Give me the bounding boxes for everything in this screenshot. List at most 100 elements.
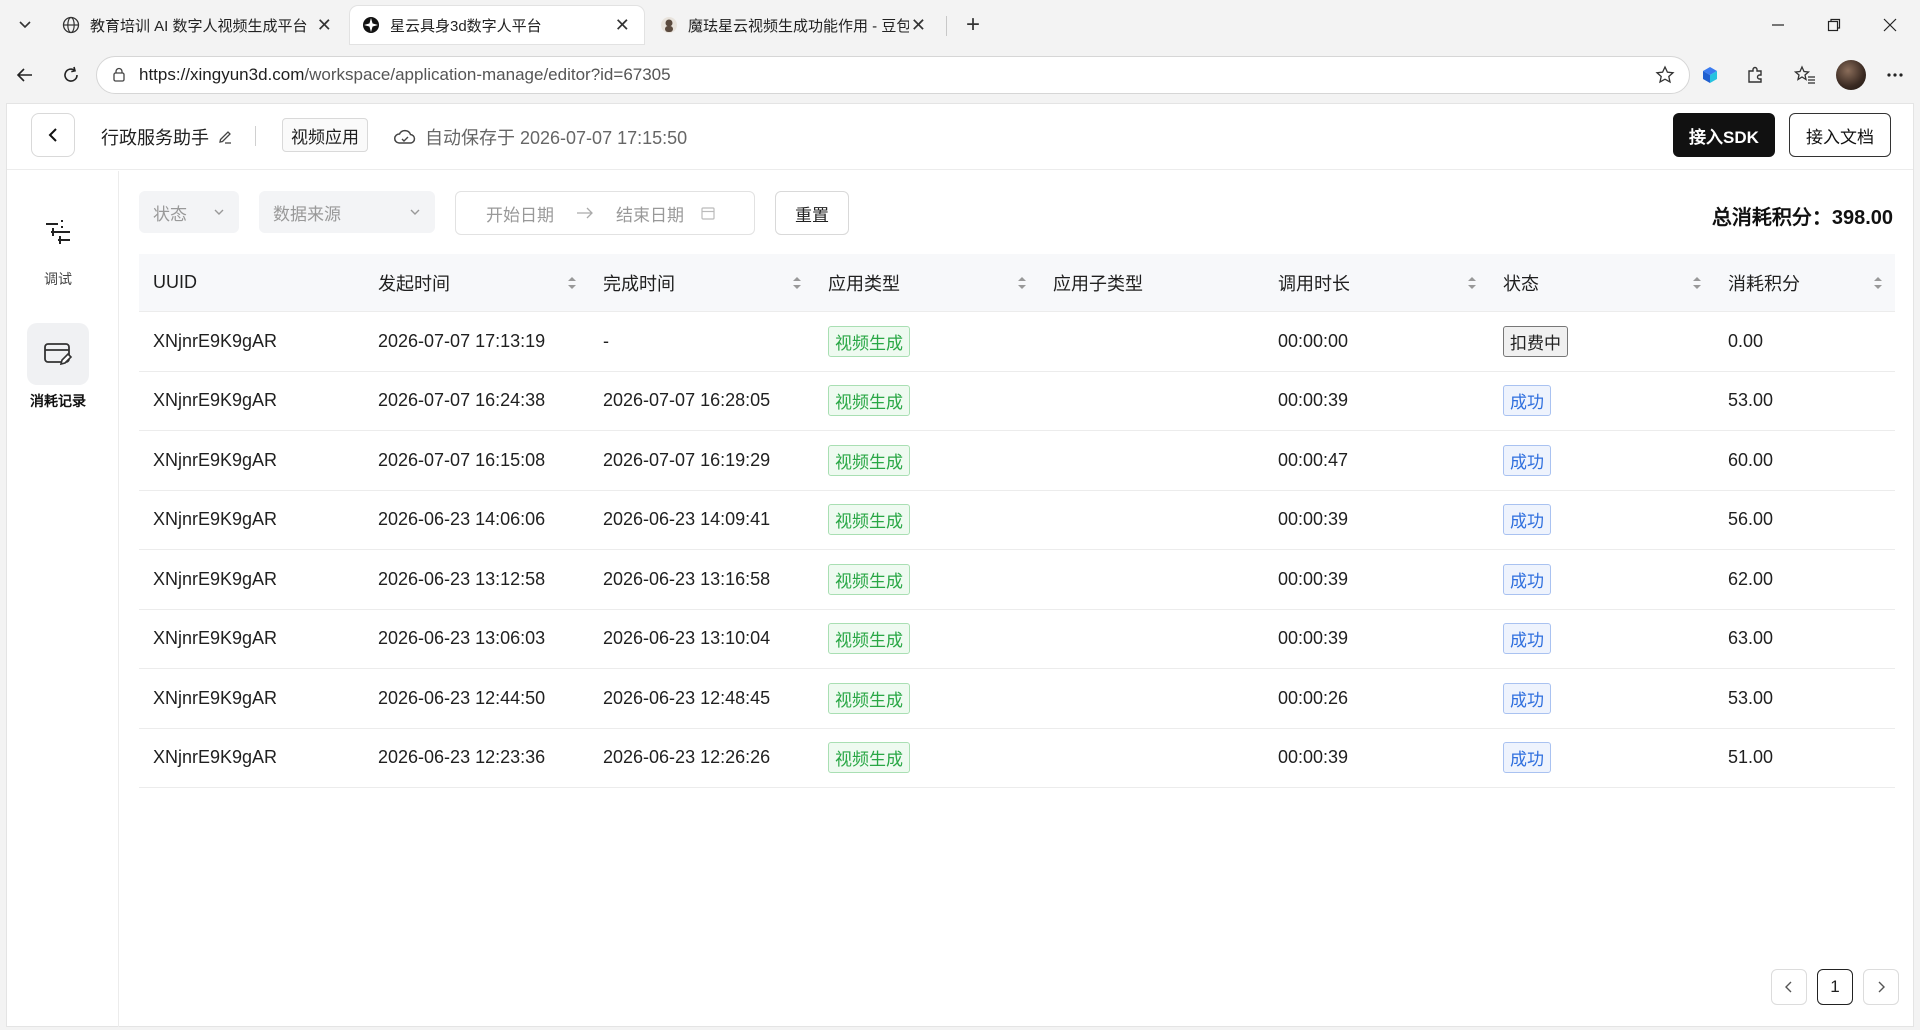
tab-xingyun[interactable]: 星云具身3d数字人平台 ✕ [350, 6, 644, 44]
globe-icon [62, 16, 80, 34]
tab-title: 教育培训 AI 数字人视频生成平台 [90, 17, 308, 35]
connect-docs-button[interactable]: 接入文档 [1789, 113, 1891, 157]
arrow-right-icon [577, 207, 593, 219]
cell-text: 2026-06-23 12:48:45 [603, 687, 771, 708]
cloud-sync-icon [394, 129, 416, 144]
end-date-input[interactable]: 结束日期 [616, 201, 684, 226]
favorites-list-icon[interactable] [1788, 58, 1822, 92]
column-start-time[interactable]: 发起时间 [364, 270, 589, 296]
reload-icon[interactable] [54, 58, 88, 92]
cell-text: 53.00 [1728, 687, 1774, 708]
new-tab-icon[interactable]: + [958, 10, 988, 40]
sidenav-item-consumption[interactable]: 消耗记录 [27, 323, 89, 411]
connect-sdk-button[interactable]: 接入SDK [1673, 113, 1775, 157]
start-date-input[interactable]: 开始日期 [486, 201, 554, 226]
cell-text: XNjnrE9K9gAR [153, 390, 278, 411]
close-icon[interactable]: ✕ [314, 15, 334, 36]
tab-title: 魔珐星云视频生成功能作用 - 豆包 [688, 17, 909, 35]
column-end-time[interactable]: 完成时间 [589, 270, 814, 296]
sidenav-item-debug[interactable]: 调试 [27, 201, 89, 289]
cell-app-type: 视频生成 [814, 623, 1039, 655]
cell-text: XNjnrE9K9gAR [153, 687, 278, 708]
next-page-button[interactable] [1863, 969, 1899, 1005]
prev-page-button[interactable] [1771, 969, 1807, 1005]
app-type-badge: 视频生成 [828, 742, 910, 774]
column-points[interactable]: 消耗积分 [1714, 270, 1895, 296]
sort-icon[interactable] [1873, 275, 1883, 291]
sort-icon[interactable] [1467, 275, 1477, 291]
sort-icon[interactable] [567, 275, 577, 291]
status-filter-select[interactable]: 状态 [139, 191, 239, 233]
calendar-icon [701, 207, 715, 220]
tab-edu-platform[interactable]: 教育培训 AI 数字人视频生成平台 ✕ [50, 6, 346, 44]
app-type-badge: 视频生成 [828, 444, 910, 476]
cell-text: 00:00:39 [1278, 390, 1349, 411]
cell-app-type: 视频生成 [814, 444, 1039, 476]
column-duration[interactable]: 调用时长 [1264, 270, 1489, 296]
cell-text: 2026-06-23 12:44:50 [378, 687, 546, 708]
back-button[interactable] [31, 113, 75, 157]
url-text[interactable]: https://xingyun3d.com/workspace/applicat… [139, 65, 671, 85]
window-close-icon[interactable] [1870, 8, 1910, 42]
chevron-right-icon [1878, 981, 1885, 993]
autosave-text: 自动保存于 2026-07-07 17:15:50 [425, 128, 688, 148]
address-bar[interactable]: https://xingyun3d.com/workspace/applicat… [96, 56, 1690, 94]
sort-icon[interactable] [1017, 275, 1027, 291]
minimize-icon[interactable] [1758, 8, 1798, 42]
data-source-filter-select[interactable]: 数据来源 [259, 191, 435, 233]
cell-uuid: XNjnrE9K9gAR [139, 390, 364, 411]
cell-points: 63.00 [1714, 628, 1895, 649]
cell-app-type: 视频生成 [814, 742, 1039, 774]
close-icon[interactable]: ✕ [613, 15, 632, 36]
column-uuid: UUID [139, 272, 364, 293]
cell-app-type: 视频生成 [814, 325, 1039, 357]
cell-start-time: 2026-06-23 14:06:06 [364, 509, 589, 530]
cell-text: 63.00 [1728, 628, 1774, 649]
cell-status: 成功 [1489, 385, 1714, 417]
sidenav-label: 调试 [44, 271, 72, 287]
site-info-icon[interactable] [109, 65, 129, 85]
cell-text: 00:00:26 [1278, 687, 1349, 708]
app-name[interactable]: 行政服务助手 [101, 124, 233, 150]
favorite-star-icon[interactable] [1653, 63, 1677, 87]
app-header: 行政服务助手 视频应用 自动保存于 2026-07-07 17:15:50 接入… [7, 104, 1913, 170]
reset-button[interactable]: 重置 [775, 191, 849, 235]
column-status[interactable]: 状态 [1489, 270, 1714, 296]
back-arrow-icon[interactable] [8, 58, 42, 92]
tab-doubao[interactable]: 魔珐星云视频生成功能作用 - 豆包 ✕ [648, 6, 940, 44]
sort-icon[interactable] [1692, 275, 1702, 291]
page-number-button[interactable]: 1 [1817, 969, 1853, 1005]
cell-duration: 00:00:39 [1264, 569, 1489, 590]
sort-icon[interactable] [792, 275, 802, 291]
column-label: 调用时长 [1278, 273, 1350, 294]
cell-text: 2026-07-07 16:24:38 [378, 390, 546, 411]
consumption-table: UUID 发起时间 完成时间 应用类型 应用子类型 调用时长 状态 消耗积分 X… [139, 254, 1895, 788]
date-range-picker[interactable]: 开始日期 结束日期 [455, 191, 755, 235]
cell-text: 60.00 [1728, 449, 1774, 470]
extensions-puzzle-icon[interactable] [1738, 58, 1772, 92]
column-app-type[interactable]: 应用类型 [814, 270, 1039, 296]
cell-points: 53.00 [1714, 688, 1895, 709]
cell-text: 2026-06-23 13:06:03 [378, 628, 546, 649]
data-source-placeholder: 数据来源 [273, 204, 341, 224]
edit-pencil-icon[interactable] [217, 129, 233, 145]
restore-icon[interactable] [1814, 8, 1854, 42]
profile-avatar[interactable] [1836, 60, 1866, 90]
side-navigation: 调试 消耗记录 [7, 171, 119, 1027]
cell-app-type: 视频生成 [814, 385, 1039, 417]
cell-text: 51.00 [1728, 747, 1774, 768]
more-menu-icon[interactable] [1878, 58, 1912, 92]
cell-end-time: 2026-06-23 14:09:41 [589, 509, 814, 530]
column-app-subtype: 应用子类型 [1039, 270, 1264, 296]
table-header: UUID 发起时间 完成时间 应用类型 应用子类型 调用时长 状态 消耗积分 [139, 254, 1895, 312]
status-badge: 成功 [1503, 742, 1551, 774]
tab-search-icon[interactable] [8, 8, 42, 42]
table-row: XNjnrE9K9gAR 2026-06-23 13:12:58 2026-06-2… [139, 550, 1895, 610]
cell-end-time: - [589, 331, 814, 352]
total-points: 总消耗积分：398.00 [1711, 207, 1893, 229]
extension-cube-icon[interactable] [1693, 58, 1727, 92]
close-icon[interactable]: ✕ [909, 15, 928, 36]
cell-start-time: 2026-07-07 16:15:08 [364, 450, 589, 471]
app-window: 行政服务助手 视频应用 自动保存于 2026-07-07 17:15:50 接入… [6, 103, 1914, 1027]
cell-end-time: 2026-06-23 13:16:58 [589, 569, 814, 590]
